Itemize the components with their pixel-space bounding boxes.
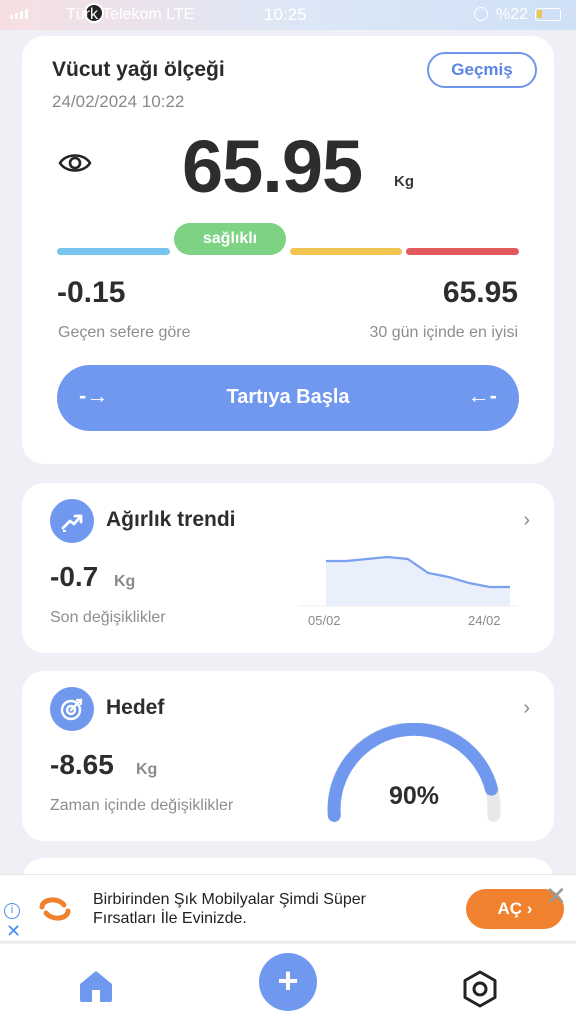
start-weighing-button[interactable]: -→ Tartıya Başla ←-: [57, 365, 519, 431]
trend-x-end: 24/02: [468, 613, 501, 628]
clock: 10:25: [264, 5, 307, 24]
weight-unit: Kg: [394, 173, 414, 190]
scale-segment-low: [57, 248, 170, 255]
carrier-label: Türk Telekom LTE: [66, 6, 195, 23]
eye-icon[interactable]: [58, 150, 92, 176]
history-button[interactable]: Geçmiş: [427, 52, 537, 88]
ad-dismiss-icon[interactable]: ✕: [545, 881, 567, 912]
home-icon[interactable]: [76, 968, 116, 1004]
goal-unit: Kg: [136, 761, 158, 778]
goal-percent: 90%: [389, 782, 439, 810]
goal-label: Zaman içinde değişiklikler: [50, 797, 234, 814]
measurement-datetime: 24/02/2024 10:22: [52, 92, 185, 111]
scale-segment-high: [290, 248, 402, 255]
info-icon[interactable]: i: [4, 903, 20, 919]
battery-icon: [535, 8, 561, 21]
trend-title: Ağırlık trendi: [106, 508, 236, 531]
close-icon[interactable]: ✕: [6, 921, 21, 942]
arrow-left-icon: ←-: [467, 383, 497, 408]
chevron-right-icon[interactable]: ›: [523, 697, 530, 720]
page-title: Vücut yağı ölçeği: [52, 58, 225, 81]
body-fat-scale-card: Vücut yağı ölçeği 24/02/2024 10:22 Geçmi…: [22, 36, 554, 464]
ad-banner[interactable]: i ✕ Birbirinden Şık Mobilyalar Şimdi Süp…: [0, 874, 576, 942]
change-value: -0.15: [57, 276, 126, 309]
goal-progress-gauge: 90%: [327, 723, 501, 822]
rotation-lock-icon: [474, 7, 488, 21]
status-badge: sağlıklı: [174, 223, 286, 255]
trend-chart: 05/02 24/02: [298, 555, 518, 628]
trend-value: -0.7: [50, 561, 99, 592]
start-weighing-label: Tartıya Başla: [226, 386, 350, 408]
add-measurement-button[interactable]: +: [259, 953, 317, 1011]
best-label: 30 gün içinde en iyisi: [369, 324, 518, 341]
target-icon: [50, 687, 94, 731]
chevron-right-icon[interactable]: ›: [523, 509, 530, 532]
goal-title: Hedef: [106, 696, 165, 719]
advertiser-logo: [39, 897, 71, 921]
ad-text: Birbirinden Şık Mobilyalar Şimdi Süper F…: [93, 891, 366, 927]
trend-unit: Kg: [114, 573, 136, 590]
trend-x-start: 05/02: [308, 613, 341, 628]
goal-card[interactable]: Hedef › -8.65 Kg Zaman içinde değişiklik…: [22, 671, 554, 841]
settings-icon[interactable]: [460, 969, 500, 1009]
trend-area: [326, 557, 510, 606]
goal-value: -8.65: [50, 749, 114, 780]
scale-segment-very-high: [406, 248, 519, 255]
best-value: 65.95: [442, 276, 518, 309]
tab-bar: +: [0, 944, 576, 1024]
signal-icon: [10, 9, 28, 19]
change-label: Geçen sefere göre: [58, 324, 191, 341]
battery-percent: %22: [496, 6, 529, 23]
weight-trend-card[interactable]: Ağırlık trendi › -0.7 Kg Son değişiklikl…: [22, 483, 554, 653]
status-bar: Türk Telekom LTE 10:25 %22: [0, 0, 576, 30]
trend-label: Son değişiklikler: [50, 609, 166, 626]
weight-value: 65.95: [182, 125, 363, 208]
trend-icon: [50, 499, 94, 543]
